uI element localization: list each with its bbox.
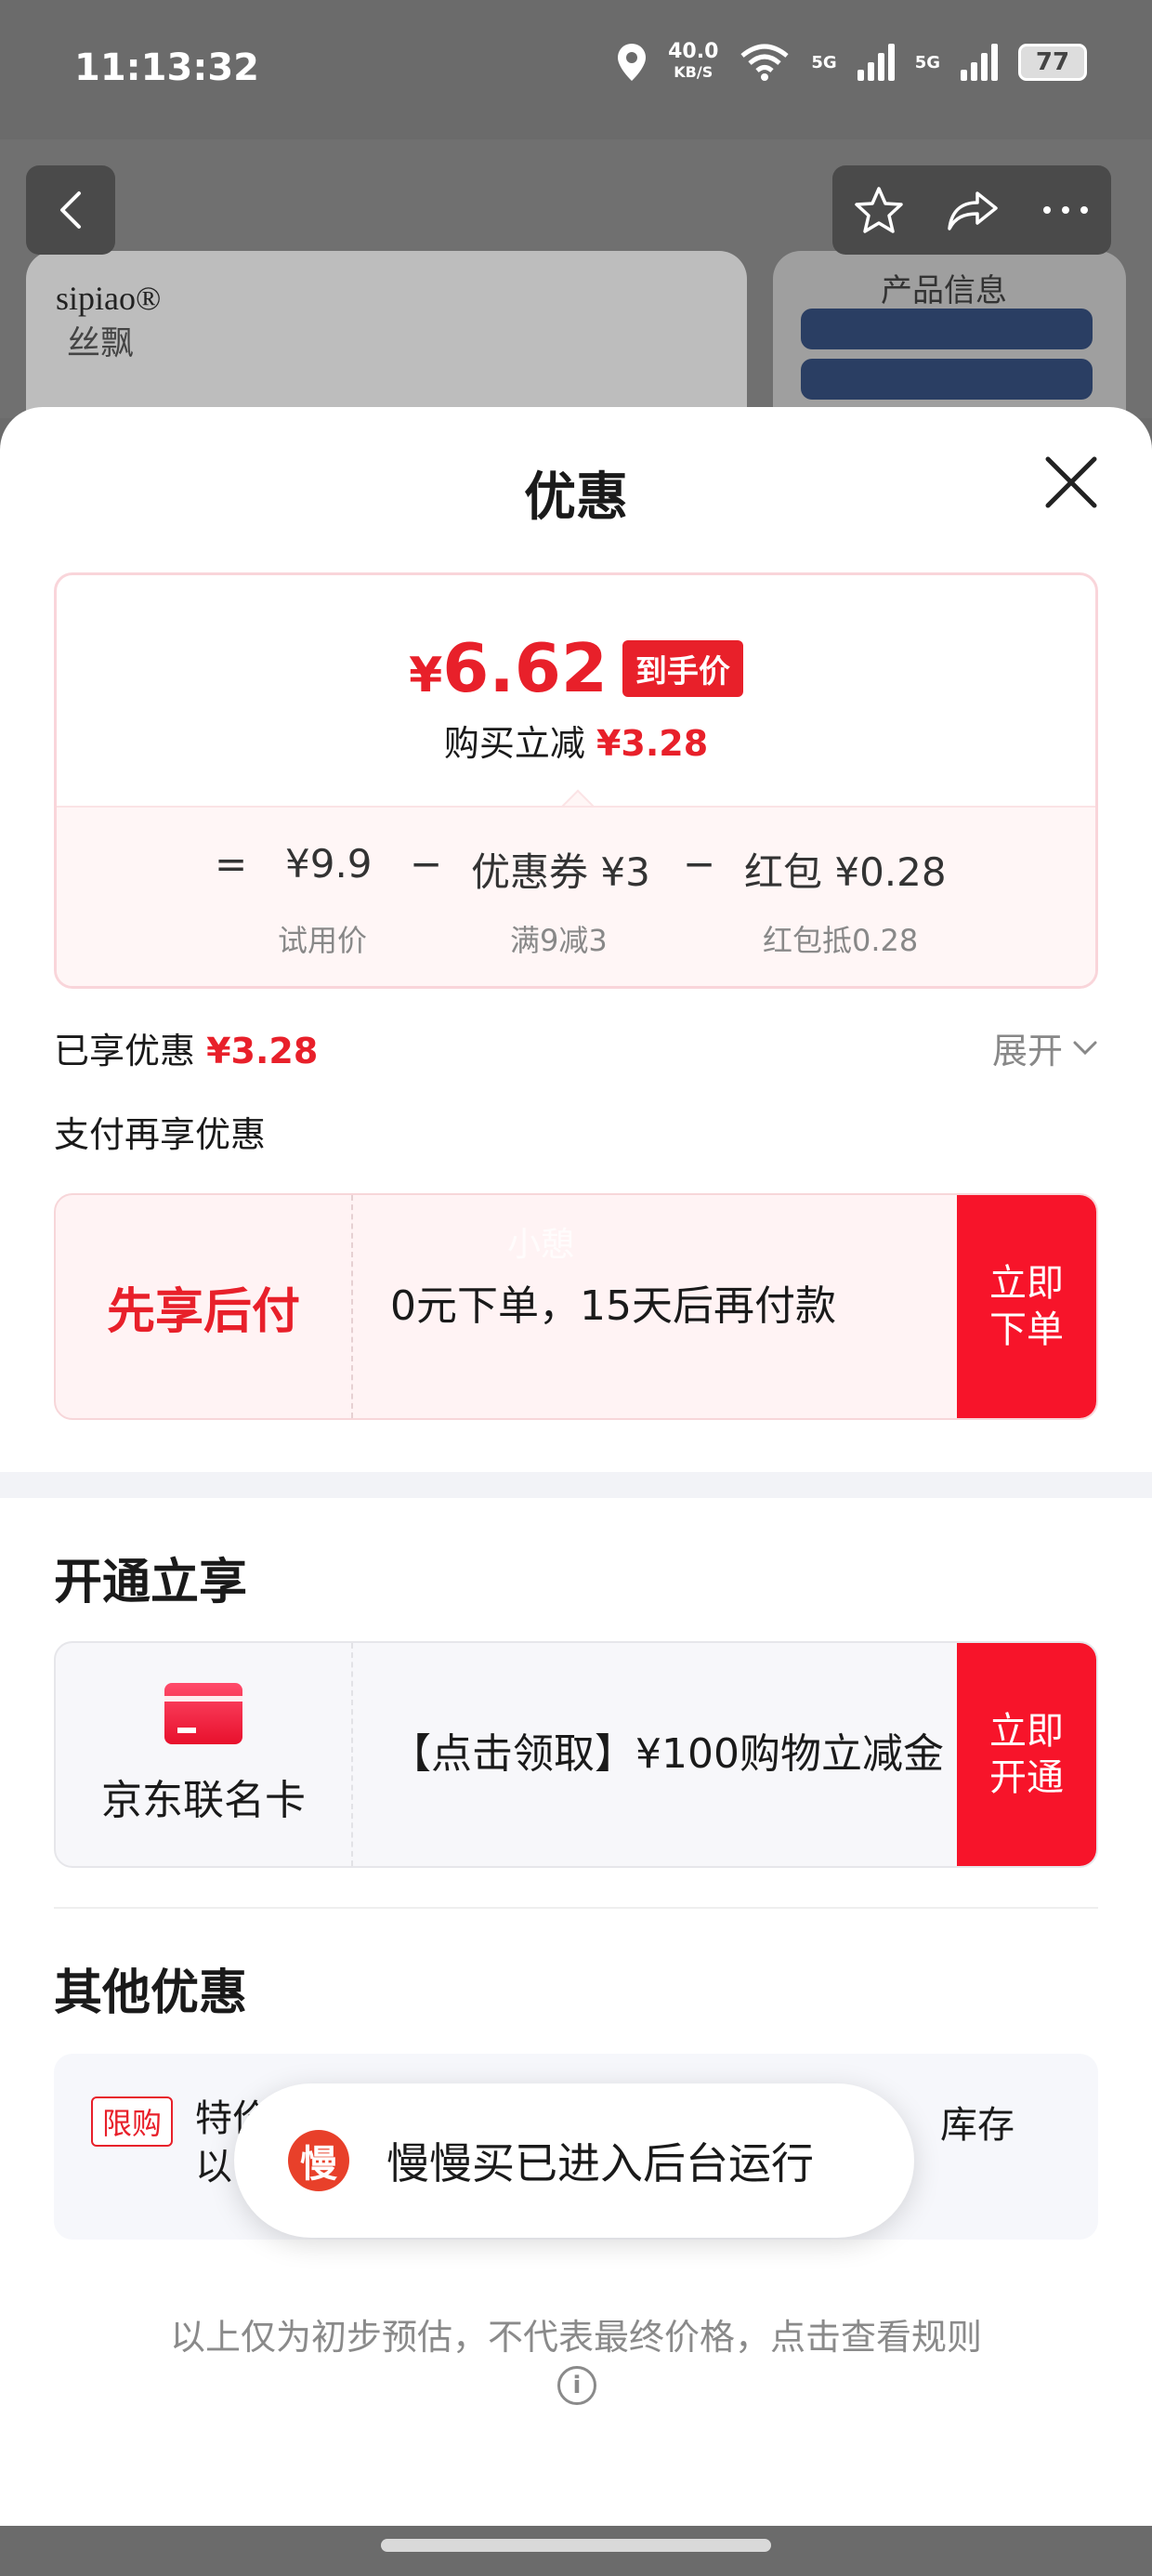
- open-section-title: 开通立享: [54, 1555, 248, 1610]
- status-time: 11:13:32: [74, 46, 259, 89]
- other-offer-stock: 库存: [940, 2104, 1015, 2147]
- limit-badge: 限购: [91, 2096, 174, 2147]
- signal-label-2: 5G: [914, 52, 940, 72]
- card-name: 京东联名卡: [101, 1777, 306, 1824]
- final-price: ¥6.62: [409, 629, 608, 707]
- back-button[interactable]: [26, 165, 115, 255]
- location-icon: [618, 44, 647, 81]
- brand-logo: sipiao®: [56, 280, 162, 317]
- info-row: [801, 359, 1093, 400]
- nav-bar: [0, 2526, 1152, 2576]
- bnpl-left: 先享后付: [56, 1195, 353, 1418]
- chevron-left-icon: [60, 191, 81, 229]
- order-now-button[interactable]: 立即下单: [957, 1195, 1096, 1418]
- coupon-label: 满9减3: [510, 923, 608, 958]
- formula-equals: =: [215, 841, 248, 887]
- card-offer-left: 京东联名卡: [56, 1643, 353, 1866]
- expand-button[interactable]: 展开: [992, 1022, 1098, 1073]
- formula-minus: −: [683, 841, 716, 887]
- formula-coupon: 优惠券 ¥3: [471, 849, 650, 895]
- app-icon: 慢: [288, 2130, 349, 2191]
- sheet-title: 优惠: [524, 467, 628, 528]
- card-offer[interactable]: 京东联名卡 【点击领取】¥100购物立减金 立即开通: [54, 1641, 1098, 1868]
- bnpl-offer-card[interactable]: 先享后付 小憩 0元下单，15天后再付款 立即下单: [54, 1193, 1098, 1420]
- more-dots-icon[interactable]: [1041, 204, 1091, 217]
- price-formula: = ¥9.9 − 优惠券 ¥3 − 红包 ¥0.28 试用价 满9减3 红包抵0…: [57, 806, 1095, 986]
- close-button[interactable]: [1042, 453, 1100, 511]
- formula-trial-price: ¥9.9: [285, 841, 373, 887]
- home-indicator[interactable]: [381, 2539, 771, 2552]
- info-row: [801, 309, 1093, 349]
- signal-label-1: 5G: [811, 52, 837, 72]
- signal-bars-1-icon: [857, 44, 895, 81]
- share-icon[interactable]: [946, 188, 1000, 232]
- battery-icon: 77: [1018, 44, 1087, 81]
- formula-minus: −: [410, 841, 443, 887]
- toast-text: 慢慢买已进入后台运行: [386, 2138, 814, 2188]
- divider: [54, 1907, 1098, 1909]
- bnpl-desc: 0元下单，15天后再付款: [390, 1282, 836, 1330]
- wifi-icon: [740, 44, 789, 81]
- net-speed: 40.0 KB/S: [668, 40, 719, 82]
- brand-logo-cn: 丝飘: [67, 324, 135, 362]
- final-price-area: ¥6.62 到手价 购买立减 ¥3.28: [57, 575, 1095, 806]
- trial-price-label: 试用价: [278, 923, 368, 958]
- status-icons: 40.0 KB/S 5G 5G 77: [616, 42, 1087, 83]
- price-breakdown-card: ¥6.62 到手价 购买立减 ¥3.28 = ¥9.9 − 优惠券 ¥3 − 红…: [54, 572, 1098, 989]
- close-icon: [1045, 456, 1097, 508]
- expand-label: 展开: [991, 1031, 1063, 1071]
- favorite-star-icon[interactable]: [853, 185, 905, 235]
- footnote[interactable]: 以上仅为初步预估，不代表最终价格，点击查看规则: [0, 2308, 1152, 2359]
- section-divider: [0, 1472, 1152, 1498]
- signal-bars-2-icon: [961, 44, 998, 81]
- info-icon[interactable]: i: [557, 2366, 596, 2405]
- final-price-tag: 到手价: [622, 639, 743, 697]
- status-bar: 11:13:32 40.0 KB/S 5G 5G 77: [0, 0, 1152, 139]
- top-actions: [832, 165, 1111, 255]
- redpacket-label: 红包抵0.28: [763, 923, 919, 958]
- open-now-button[interactable]: 立即开通: [957, 1643, 1096, 1866]
- enjoyed-discount: 已享优惠 ¥3.28: [54, 1031, 319, 1071]
- pay-more-label: 支付再享优惠: [54, 1114, 267, 1155]
- card-offer-desc: 【点击领取】¥100购物立减金: [390, 1730, 944, 1778]
- reduction-amount: ¥3.28: [596, 723, 709, 764]
- product-info-title: 产品信息: [881, 272, 1007, 309]
- chevron-down-icon: [1073, 1041, 1097, 1055]
- enjoyed-amount: ¥3.28: [206, 1031, 319, 1071]
- other-section-title: 其他优惠: [54, 1965, 248, 2021]
- bnpl-title: 先享后付: [106, 1283, 300, 1340]
- instant-reduction: 购买立减 ¥3.28: [443, 723, 709, 764]
- credit-card-icon: [164, 1683, 242, 1744]
- toast: 慢 慢慢买已进入后台运行: [234, 2083, 914, 2238]
- formula-redpacket: 红包 ¥0.28: [744, 849, 947, 895]
